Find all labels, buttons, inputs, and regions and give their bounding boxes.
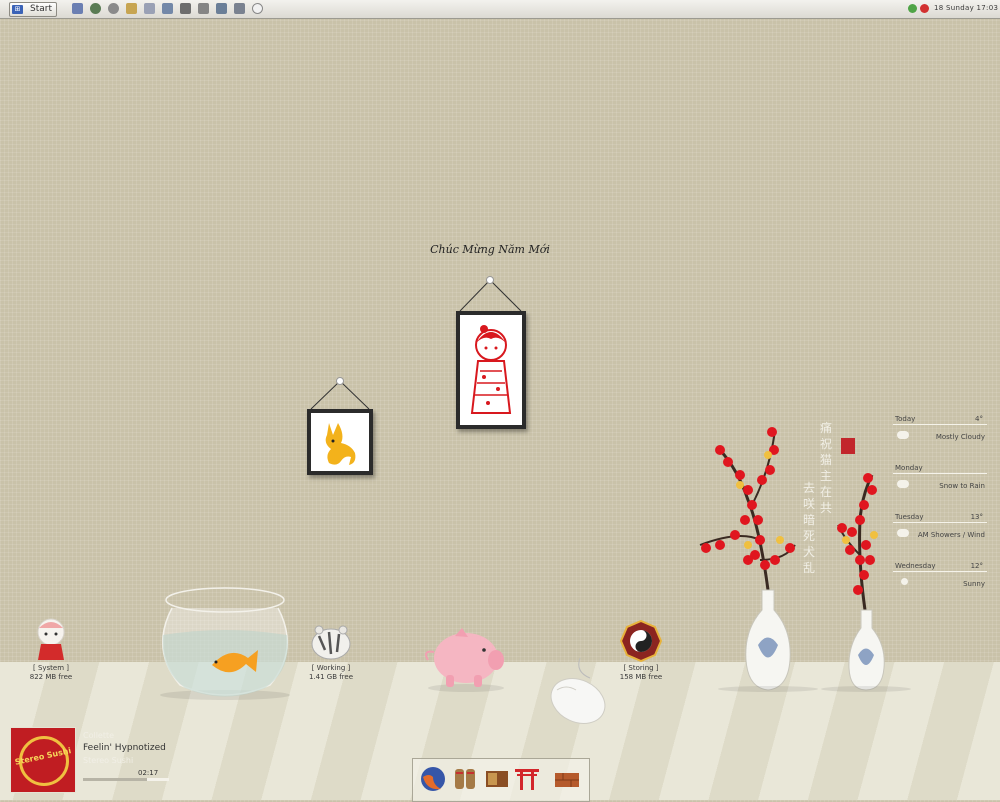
music-player: Stereo Sushi Collette Feelin' Hypnotized… [10,727,170,793]
drive-working[interactable]: [ Working ] 1.41 GB free [296,620,366,682]
drive-system[interactable]: [ System ] 822 MB free [16,616,86,682]
track-title: Feelin' Hypnotized [83,743,166,753]
sandals-icon[interactable] [451,765,479,793]
drive-free-space: 1.41 GB free [308,673,354,681]
track-time: 02:17 [138,769,159,777]
computer-mouse-icon [550,657,606,724]
torii-gate-icon[interactable] [513,765,541,793]
drive-label: [ System ] [32,664,69,672]
track-artist: Collette [83,731,115,740]
track-album: Stereo Sushi [83,756,134,765]
drive-label: [ Storing ] [623,664,659,672]
progress-bar[interactable] [83,778,169,781]
drive-free-space: 158 MB free [619,673,663,681]
brown-book-icon[interactable] [483,765,511,793]
progress-fill [83,778,147,781]
bagua-icon [619,619,663,663]
bricks-icon[interactable] [553,765,581,793]
firefox-icon[interactable] [419,765,447,793]
tiger-toy-icon [311,625,351,660]
drive-storing[interactable]: [ Storing ] 158 MB free [606,619,676,682]
drive-label: [ Working ] [311,664,351,672]
lucky-doll-icon [37,618,65,660]
drive-free-space: 822 MB free [29,673,73,681]
dock [412,758,590,802]
album-cover[interactable]: Stereo Sushi [10,727,76,793]
